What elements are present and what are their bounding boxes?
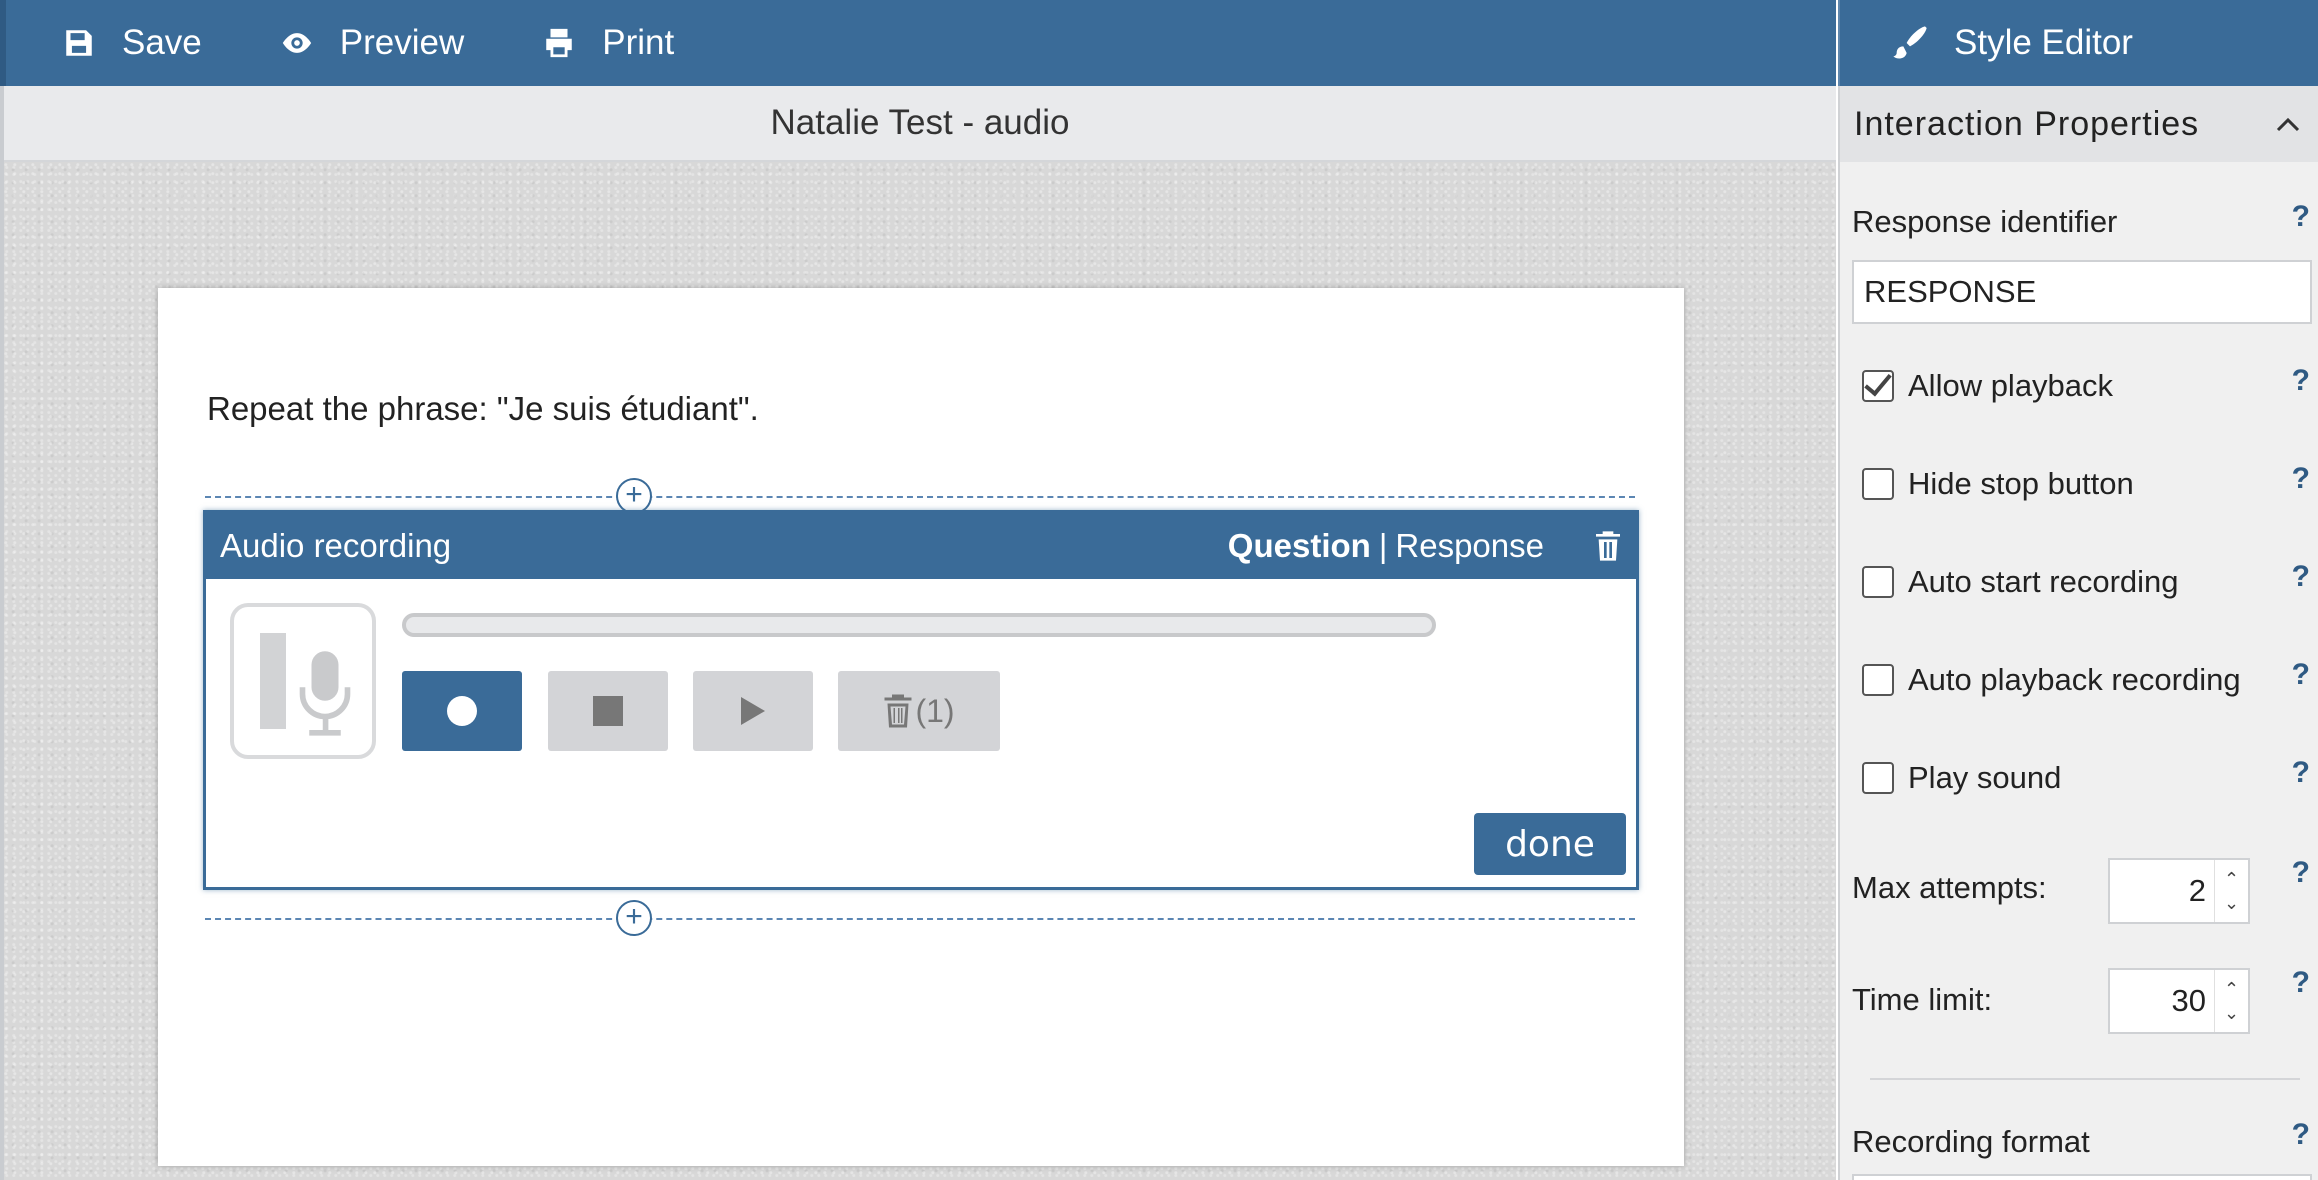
stop-button[interactable] [548,671,668,751]
delete-count: (1) [915,692,955,729]
checkbox-label: Allow playback [1908,368,2114,403]
done-button[interactable]: done [1474,813,1626,875]
style-editor-label: Style Editor [1954,23,2133,62]
chevron-up-icon[interactable]: ⌃ [2224,977,2239,1001]
top-toolbar: Save Preview Print [0,0,1836,86]
microphone-level-meter [230,603,376,759]
help-icon[interactable]: ? [2292,1118,2310,1152]
auto-start-recording-checkbox[interactable]: Auto start recording [1862,564,2179,600]
tab-question[interactable]: Question [1228,527,1371,565]
preview-button[interactable]: Preview [280,23,464,63]
floppy-disk-icon [66,30,92,56]
checkbox-label: Play sound [1908,760,2062,795]
time-limit-stepper[interactable]: 30 ⌃ ⌄ [2108,968,2250,1034]
help-icon[interactable]: ? [2292,200,2310,234]
help-icon[interactable]: ? [2292,966,2310,1000]
max-attempts-stepper[interactable]: 2 ⌃ ⌄ [2108,858,2250,924]
insert-divider-bottom [205,918,1635,920]
auto-playback-recording-checkbox[interactable]: Auto playback recording [1862,662,2241,698]
insert-block-top-button[interactable]: + [616,478,652,514]
interaction-title: Audio recording [220,527,452,564]
panel-divider [1870,1078,2300,1080]
recording-format-select[interactable] [1852,1174,2312,1180]
checkbox-checked[interactable] [1862,370,1894,402]
item-prompt[interactable]: Repeat the phrase: "Je suis étudiant". [207,390,759,428]
interaction-properties-panel: Interaction Properties Response identifi… [1838,86,2318,1180]
paintbrush-icon [1893,26,1927,59]
checkbox-label: Auto playback recording [1908,662,2241,697]
tab-response[interactable]: Response [1395,527,1544,565]
audio-recording-interaction[interactable]: Audio recording Question | Response (1) … [203,510,1639,890]
record-icon [447,696,477,726]
stepper-arrows[interactable]: ⌃ ⌄ [2214,970,2248,1032]
printer-icon [546,28,573,58]
print-button[interactable]: Print [542,23,674,63]
help-icon[interactable]: ? [2292,658,2310,692]
checkbox-unchecked[interactable] [1862,566,1894,598]
print-label: Print [602,23,675,62]
checkbox-label: Hide stop button [1908,466,2134,501]
interaction-header: Audio recording Question | Response [206,513,1636,579]
tab-separator: | [1378,527,1388,564]
max-attempts-label: Max attempts: [1852,870,2047,905]
play-icon [741,697,765,725]
chevron-down-icon[interactable]: ⌄ [2224,1001,2239,1025]
allow-playback-checkbox[interactable]: Allow playback [1862,368,2113,404]
preview-label: Preview [339,23,465,62]
time-limit-value[interactable]: 30 [2110,970,2214,1032]
help-icon[interactable]: ? [2292,364,2310,398]
style-editor-button[interactable]: Style Editor [1838,0,2318,86]
microphone-icon [299,651,351,736]
help-icon[interactable]: ? [2292,560,2310,594]
recording-format-label: Recording format [1852,1124,2090,1159]
chevron-up-icon[interactable] [2276,116,2300,132]
hide-stop-button-checkbox[interactable]: Hide stop button [1862,466,2134,502]
response-identifier-input[interactable]: RESPONSE [1852,260,2312,324]
panel-header[interactable]: Interaction Properties [1840,86,2318,162]
insert-block-bottom-button[interactable]: + [616,900,652,936]
max-attempts-value[interactable]: 2 [2110,860,2214,922]
eye-icon [282,33,311,53]
checkbox-label: Auto start recording [1908,564,2179,599]
level-bar [260,633,286,729]
delete-recording-button[interactable]: (1) [838,671,1000,751]
play-sound-checkbox[interactable]: Play sound [1862,760,2061,796]
panel-title: Interaction Properties [1854,104,2200,143]
chevron-down-icon[interactable]: ⌄ [2224,891,2239,915]
stepper-arrows[interactable]: ⌃ ⌄ [2214,860,2248,922]
record-button[interactable] [402,671,522,751]
time-limit-label: Time limit: [1852,982,1993,1017]
trash-icon [884,694,912,728]
checkbox-unchecked[interactable] [1862,468,1894,500]
help-icon[interactable]: ? [2292,856,2310,890]
document-title: Natalie Test - audio [4,86,1836,162]
response-identifier-label: Response identifier [1852,204,2118,239]
checkbox-unchecked[interactable] [1862,762,1894,794]
help-icon[interactable]: ? [2292,756,2310,790]
save-label: Save [122,23,202,62]
save-button[interactable]: Save [62,23,202,63]
trash-icon[interactable] [1594,530,1622,562]
help-icon[interactable]: ? [2292,462,2310,496]
chevron-up-icon[interactable]: ⌃ [2224,867,2239,891]
play-button[interactable] [693,671,813,751]
insert-divider-top [205,496,1635,498]
checkbox-unchecked[interactable] [1862,664,1894,696]
stop-icon [593,696,623,726]
recording-progress-bar [402,613,1436,637]
